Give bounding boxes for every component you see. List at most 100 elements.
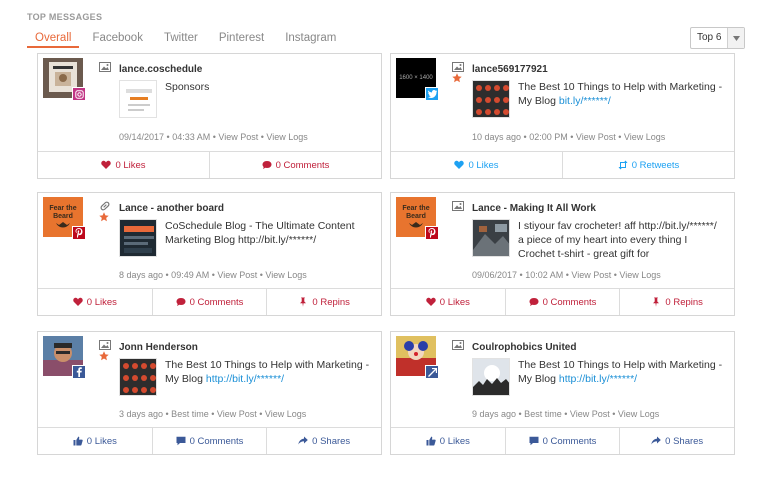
message-card: Fear the Beard Lance - Making It All Wor… <box>390 192 735 316</box>
retweets-count: 0 Retweets <box>631 159 680 171</box>
post-thumbnail[interactable] <box>472 80 510 118</box>
comments-button[interactable]: 0 Comments <box>151 428 267 454</box>
comments-count: 0 Comments <box>542 435 597 447</box>
likes-button[interactable]: 0 Likes <box>391 289 505 315</box>
facebook-icon <box>425 365 439 379</box>
post-meta[interactable]: 3 days ago • Best time • View Post • Vie… <box>119 409 306 419</box>
post-thumbnail[interactable] <box>472 358 510 396</box>
heart-icon <box>426 297 436 306</box>
post-thumbnail[interactable] <box>119 219 157 257</box>
repins-button[interactable]: 0 Repins <box>619 289 734 315</box>
facebook-icon <box>72 365 86 379</box>
post-thumbnail[interactable] <box>119 80 157 118</box>
message-link[interactable]: http://bit.ly/******/ <box>206 373 284 385</box>
comments-count: 0 Comments <box>542 296 597 308</box>
comment-icon <box>529 298 539 306</box>
author-name[interactable]: Lance - another board <box>119 203 224 214</box>
author-name[interactable]: Coulrophobics United <box>472 342 576 353</box>
pin-icon <box>300 297 307 307</box>
author-name[interactable]: lance.coschedule <box>119 64 202 75</box>
message-text: Sponsors <box>165 81 210 93</box>
message-text: The Best 10 Things to Help with Marketin… <box>518 358 723 386</box>
message-body: I stiyour fav crocheter! aff http://bit.… <box>518 220 717 260</box>
share-icon <box>651 436 661 445</box>
comments-button[interactable]: 0 Comments <box>151 289 267 315</box>
author-name[interactable]: Jonn Henderson <box>119 342 198 353</box>
top-count-dropdown[interactable]: Top 6 <box>690 27 745 49</box>
card-actions: 0 Likes 0 Comments 0 Shares <box>38 427 381 454</box>
comments-button[interactable]: 0 Comments <box>504 289 620 315</box>
comment-icon <box>176 298 186 306</box>
shares-count: 0 Shares <box>312 435 351 447</box>
card-actions: 0 Likes 0 Comments 0 Shares <box>391 427 734 454</box>
heart-icon <box>73 297 83 306</box>
image-icon <box>99 62 111 72</box>
post-meta[interactable]: 8 days ago • 09:49 AM • View Post • View… <box>119 270 307 280</box>
star-icon[interactable] <box>452 73 462 83</box>
retweet-icon <box>618 160 628 170</box>
author-name[interactable]: lance569177921 <box>472 64 548 75</box>
comments-count: 0 Comments <box>189 296 244 308</box>
shares-button[interactable]: 0 Shares <box>266 428 381 454</box>
avatar: 1600 × 1400 <box>396 58 439 101</box>
likes-count: 0 Likes <box>86 435 117 447</box>
chevron-down-icon[interactable] <box>727 28 744 48</box>
image-icon <box>99 340 111 350</box>
post-meta[interactable]: 10 days ago • 02:00 PM • View Post • Vie… <box>472 132 665 142</box>
avatar <box>43 58 86 101</box>
post-thumbnail[interactable] <box>119 358 157 396</box>
dropdown-value: Top 6 <box>697 32 722 43</box>
message-link[interactable]: http://bit.ly/******/ <box>238 234 316 246</box>
star-icon[interactable] <box>99 351 109 361</box>
post-thumbnail[interactable] <box>472 219 510 257</box>
post-meta[interactable]: 9 days ago • Best time • View Post • Vie… <box>472 409 659 419</box>
card-actions: 0 Likes 0 Comments <box>38 151 381 178</box>
likes-button[interactable]: 0 Likes <box>38 289 152 315</box>
avatar-caption: Fear the Beard <box>402 205 430 220</box>
shares-button[interactable]: 0 Shares <box>619 428 734 454</box>
tab-overall[interactable]: Overall <box>27 28 80 48</box>
likes-count: 0 Likes <box>468 159 499 171</box>
repins-button[interactable]: 0 Repins <box>266 289 381 315</box>
tab-facebook[interactable]: Facebook <box>84 28 151 48</box>
comments-button[interactable]: 0 Comments <box>504 428 620 454</box>
pinterest-icon <box>72 226 86 240</box>
comment-icon <box>529 436 539 446</box>
avatar-placeholder-text: 1600 × 1400 <box>399 75 433 81</box>
image-icon <box>452 201 464 211</box>
post-meta[interactable]: 09/14/2017 • 04:33 AM • View Post • View… <box>119 132 308 142</box>
comment-icon <box>176 436 186 446</box>
repins-count: 0 Repins <box>665 296 703 308</box>
likes-count: 0 Likes <box>439 435 470 447</box>
message-text: CoSchedule Blog - The Ultimate Content M… <box>165 219 370 247</box>
message-link[interactable]: bit.ly/******/ <box>559 95 611 107</box>
comments-button[interactable]: 0 Comments <box>209 152 381 178</box>
tab-instagram[interactable]: Instagram <box>277 28 344 48</box>
comment-icon <box>262 161 272 169</box>
author-name[interactable]: Lance - Making It All Work <box>472 203 596 214</box>
tab-pinterest[interactable]: Pinterest <box>211 28 272 48</box>
message-body: The Best 10 Things to Help with Marketin… <box>518 81 723 107</box>
share-icon <box>298 436 308 445</box>
repins-count: 0 Repins <box>312 296 350 308</box>
message-card: 1600 × 1400 lance569177921 The Best 10 T… <box>390 53 735 179</box>
likes-count: 0 Likes <box>115 159 146 171</box>
comments-count: 0 Comments <box>189 435 244 447</box>
thumbs-up-icon <box>73 436 83 446</box>
likes-button[interactable]: 0 Likes <box>38 152 209 178</box>
pinterest-icon <box>425 226 439 240</box>
avatar: Fear the Beard <box>43 197 86 240</box>
post-meta[interactable]: 09/06/2017 • 10:02 AM • View Post • View… <box>472 270 661 280</box>
message-link[interactable]: http://bit.ly/******/ <box>559 373 637 385</box>
likes-button[interactable]: 0 Likes <box>38 428 152 454</box>
card-actions: 0 Likes 0 Retweets <box>391 151 734 178</box>
avatar: Fear the Beard <box>396 197 439 240</box>
image-icon <box>452 340 464 350</box>
tab-twitter[interactable]: Twitter <box>156 28 206 48</box>
retweets-button[interactable]: 0 Retweets <box>562 152 734 178</box>
likes-button[interactable]: 0 Likes <box>391 428 505 454</box>
message-card: lance.coschedule Sponsors 09/14/2017 • 0… <box>37 53 382 179</box>
star-icon[interactable] <box>99 212 109 222</box>
likes-button[interactable]: 0 Likes <box>391 152 562 178</box>
twitter-icon <box>425 87 439 101</box>
